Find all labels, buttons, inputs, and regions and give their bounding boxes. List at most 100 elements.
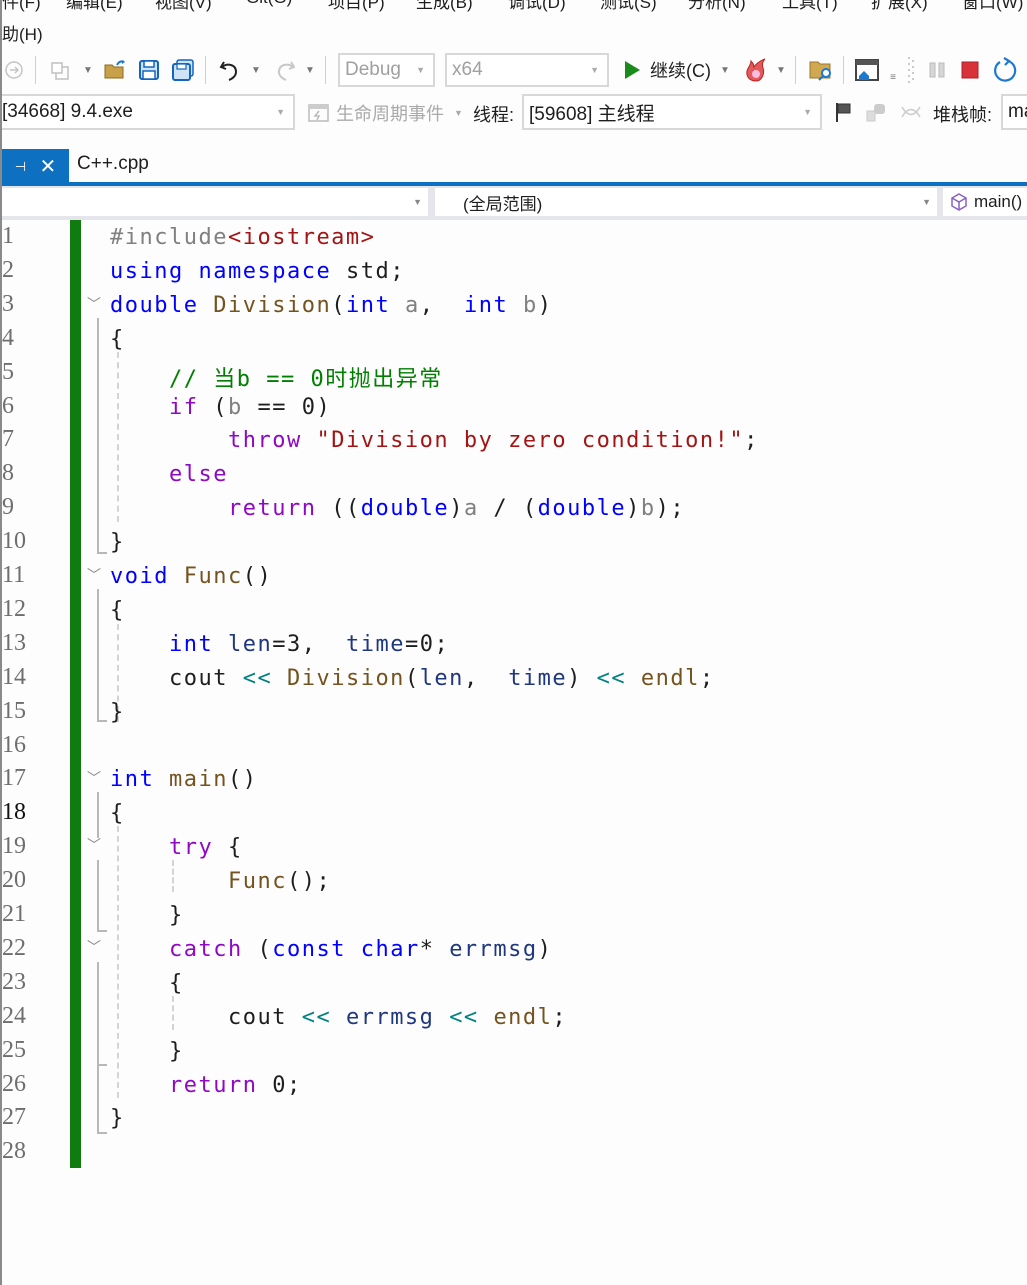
code-line[interactable]: } <box>110 1106 125 1131</box>
save-icon[interactable] <box>136 52 162 88</box>
find-in-files-icon[interactable] <box>807 52 835 88</box>
code-line[interactable]: } <box>110 903 184 928</box>
show-threads-icon[interactable] <box>899 94 923 130</box>
code-line[interactable]: throw "Division by zero condition!"; <box>110 428 759 453</box>
tab-cpp-file[interactable]: ⊣ ✕ <box>2 149 69 184</box>
new-project-icon[interactable] <box>47 52 73 88</box>
line-number: 2 <box>2 256 14 283</box>
code-line[interactable]: { <box>110 801 125 826</box>
menu-help[interactable]: 助(H) <box>2 20 43 45</box>
code-line[interactable]: // 当b == 0时抛出异常 <box>110 361 443 393</box>
scope-select[interactable]: (全局范围) ▼ <box>435 188 937 216</box>
overflow-dropdown[interactable]: ≡ <box>886 52 900 88</box>
menu-extensions[interactable]: 扩展(X) <box>871 0 928 13</box>
line-number: 16 <box>2 731 26 758</box>
menu-git[interactable]: Git(G) <box>246 0 292 8</box>
chevron-down-icon: ▼ <box>416 65 425 75</box>
new-project-dropdown[interactable]: ▼ <box>82 52 94 88</box>
code-line[interactable]: #include<iostream> <box>110 225 375 250</box>
tab-title[interactable]: C++.cpp <box>77 153 149 175</box>
code-line[interactable]: try { <box>110 835 243 860</box>
code-line[interactable]: } <box>110 1039 184 1064</box>
code-line[interactable]: using namespace std; <box>110 259 405 284</box>
menu-view[interactable]: 视图(V) <box>155 0 212 13</box>
save-all-icon[interactable] <box>170 52 196 88</box>
lifecycle-events-button[interactable]: 生命周期事件 ▼ <box>308 100 463 126</box>
chevron-down-icon: ▼ <box>922 197 931 207</box>
undo-dropdown[interactable]: ▼ <box>250 52 262 88</box>
code-line[interactable]: return ((double)a / (double)b); <box>110 496 685 521</box>
line-number: 17 <box>2 765 26 792</box>
menu-tools[interactable]: 工具(T) <box>782 0 838 13</box>
flag-all-threads-icon[interactable] <box>864 94 888 130</box>
menu-test[interactable]: 测试(S) <box>600 0 657 13</box>
menu-debug[interactable]: 调试(D) <box>508 0 566 13</box>
solution-config-select[interactable]: Debug ▼ <box>338 53 435 87</box>
menu-edit[interactable]: 编辑(E) <box>66 0 123 13</box>
project-select[interactable]: ▼ <box>2 188 428 216</box>
toolbar: ▼ ▼ ▼ Debug ▼ x64 ▼ 继续(C) ▼ ▼ ≡ <box>2 52 1027 88</box>
line-number: 22 <box>2 934 26 961</box>
menu-file[interactable]: 件(F) <box>2 0 41 13</box>
collapse-icon[interactable]: ﹀ <box>87 835 101 855</box>
restart-icon[interactable] <box>991 52 1019 88</box>
menu-window[interactable]: 窗口(W) <box>962 0 1023 13</box>
toolbar-grip-icon[interactable] <box>906 52 916 88</box>
line-number: 14 <box>2 663 26 690</box>
hot-reload-icon[interactable] <box>742 52 770 88</box>
pin-icon[interactable]: ⊣ <box>15 159 26 175</box>
flag-thread-icon[interactable] <box>832 94 856 130</box>
hot-reload-dropdown[interactable]: ▼ <box>775 52 787 88</box>
menu-project[interactable]: 项目(P) <box>328 0 385 13</box>
close-icon[interactable]: ✕ <box>40 157 57 177</box>
pause-icon[interactable] <box>924 52 950 88</box>
line-number: 26 <box>2 1070 26 1097</box>
code-line[interactable]: void Func() <box>110 564 272 589</box>
member-select[interactable]: main() <box>943 188 1027 216</box>
process-select[interactable]: [34668] 9.4.exe ▼ <box>2 94 295 130</box>
code-line[interactable]: cout << Division(len, time) << endl; <box>110 666 715 691</box>
code-line[interactable]: catch (const char* errmsg) <box>110 937 552 962</box>
stop-icon[interactable] <box>957 52 983 88</box>
continue-button[interactable]: 继续(C) <box>622 52 722 88</box>
collapse-icon[interactable]: ﹀ <box>87 768 101 788</box>
code-editor[interactable]: 1 2 3 4 5 6 7 8 9 10 11 12 13 14 15 16 17 18 19 20 21 22 23 24 2… <box>2 220 1027 1285</box>
open-folder-icon[interactable] <box>102 52 128 88</box>
thread-select[interactable]: [59608] 主线程 ▼ <box>522 94 822 130</box>
collapse-icon[interactable]: ﹀ <box>87 294 101 314</box>
thread-value: [59608] 主线程 <box>529 103 655 125</box>
collapse-icon[interactable]: ﹀ <box>87 937 101 957</box>
redo-dropdown[interactable]: ▼ <box>304 52 316 88</box>
code-line[interactable]: { <box>110 971 184 996</box>
menu-build[interactable]: 生成(B) <box>416 0 473 13</box>
code-line[interactable]: Func(); <box>110 869 331 894</box>
line-number: 28 <box>2 1138 26 1165</box>
redo-icon[interactable] <box>272 52 298 88</box>
collapse-icon[interactable]: ﹀ <box>87 565 101 585</box>
outline-guide <box>97 792 99 838</box>
browser-icon[interactable] <box>853 52 881 88</box>
code-line[interactable]: } <box>110 700 125 725</box>
code-line[interactable]: if (b == 0) <box>110 395 331 420</box>
code-line[interactable]: } <box>110 530 125 555</box>
code-line[interactable]: int main() <box>110 767 257 792</box>
code-line[interactable]: return 0; <box>110 1073 302 1098</box>
code-line[interactable]: else <box>110 462 228 487</box>
code-line[interactable]: cout << errmsg << endl; <box>110 1005 567 1030</box>
stackframe-label: 堆栈帧: <box>933 105 993 125</box>
outline-guide <box>97 962 99 1066</box>
code-line[interactable]: { <box>110 598 125 623</box>
platform-select[interactable]: x64 ▼ <box>445 53 609 87</box>
code-line[interactable]: { <box>110 327 125 352</box>
continue-dropdown[interactable]: ▼ <box>719 52 731 88</box>
line-number: 8 <box>2 460 14 487</box>
stackframe-select[interactable]: ma <box>1001 94 1027 130</box>
navigate-back-icon[interactable] <box>2 52 26 88</box>
thread-label: 线程: <box>473 105 515 125</box>
code-line[interactable]: double Division(int a, int b) <box>110 293 552 318</box>
line-number: 18 <box>2 799 26 826</box>
undo-icon[interactable] <box>216 52 244 88</box>
menu-analyze[interactable]: 分析(N) <box>688 0 746 13</box>
code-line[interactable]: int len=3, time=0; <box>110 632 449 657</box>
line-number: 3 <box>2 290 14 317</box>
